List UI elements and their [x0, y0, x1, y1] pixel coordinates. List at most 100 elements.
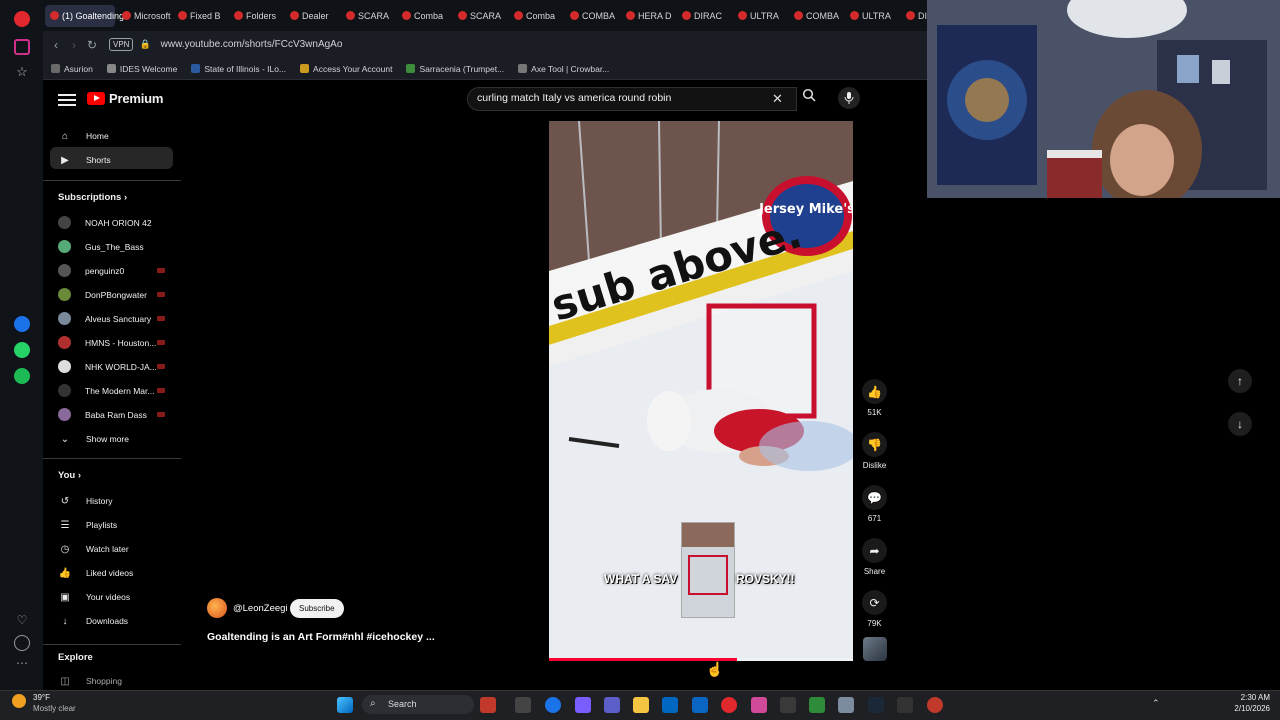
bookmark-item[interactable]: State of Illinois - ILo... — [191, 64, 286, 74]
clock-time[interactable]: 2:30 AM — [1236, 693, 1270, 702]
voice-search-button[interactable] — [838, 87, 860, 109]
opera-gx-icon[interactable] — [751, 697, 767, 713]
url-field[interactable]: www.youtube.com/shorts/FCcV3wnAgAo — [161, 39, 343, 50]
remix-button[interactable]: ⟳ 79K — [862, 590, 887, 628]
spotify-icon[interactable] — [14, 368, 30, 384]
app-icon-3[interactable] — [897, 697, 913, 713]
subscription-item[interactable]: The Modern Mar... — [58, 384, 154, 397]
short-title[interactable]: Goaltending is an Art Form#nhl #icehocke… — [207, 631, 435, 643]
forward-icon[interactable]: › — [65, 38, 83, 52]
clock-date[interactable]: 2/10/2026 — [1228, 704, 1270, 713]
weather-icon[interactable] — [12, 694, 26, 708]
sidebar-item-home[interactable]: ⌂ Home — [58, 129, 109, 143]
menu-icon[interactable] — [58, 91, 76, 107]
weather-temp[interactable]: 39°F — [33, 693, 50, 702]
subscription-item[interactable]: Alveus Sanctuary — [58, 312, 151, 325]
teams-icon[interactable] — [604, 697, 620, 713]
browser-tab[interactable]: ULTRA — [733, 5, 787, 27]
sidebar-item-liked-videos[interactable]: 👍 Liked videos — [58, 566, 134, 580]
browser-tab[interactable]: ULTRA — [845, 5, 899, 27]
opera-taskbar-icon[interactable] — [721, 697, 737, 713]
settings-icon[interactable] — [838, 697, 854, 713]
sidebar-item-show-more[interactable]: ⌄ Show more — [58, 432, 129, 446]
bookmark-item[interactable]: Access Your Account — [300, 64, 392, 74]
task-view-icon[interactable] — [515, 697, 531, 713]
vpn-badge[interactable]: VPN — [109, 38, 134, 51]
edge-icon[interactable] — [545, 697, 561, 713]
back-icon[interactable]: ‹ — [47, 38, 65, 52]
copilot-icon[interactable] — [575, 697, 591, 713]
browser-tab[interactable]: Comba — [509, 5, 563, 27]
file-explorer-icon[interactable] — [633, 697, 649, 713]
subscriptions-heading[interactable]: Subscriptions › — [58, 192, 127, 203]
tray-chevron-icon[interactable]: ⌃ — [1152, 698, 1160, 709]
browser-tab[interactable]: SCARA — [453, 5, 507, 27]
subscription-item[interactable]: Baba Ram Dass — [58, 408, 147, 421]
subscription-item[interactable]: NOAH ORION 42 — [58, 216, 152, 229]
browser-tab[interactable]: COMBA — [789, 5, 843, 27]
comments-button[interactable]: 💬 671 — [862, 485, 887, 523]
previous-short-button[interactable]: ↑ — [1228, 369, 1252, 393]
subscription-item[interactable]: NHK WORLD-JA... — [58, 360, 157, 373]
sidebar-item-history[interactable]: ↺ History — [58, 494, 113, 508]
opera-logo-icon[interactable] — [14, 11, 30, 27]
channel-avatar[interactable] — [207, 598, 227, 618]
channel-name[interactable]: @LeonZeegi — [233, 603, 288, 614]
browser-tab[interactable]: Microsoft — [117, 5, 171, 27]
sidebar-item-shorts[interactable]: ▶ Shorts — [58, 153, 110, 167]
star-icon[interactable]: ☆ — [14, 65, 30, 81]
heart-icon[interactable]: ♡ — [14, 613, 30, 629]
dislike-button[interactable]: 👎 Dislike — [862, 432, 887, 470]
sidebar-item-playlists[interactable]: ☰ Playlists — [58, 518, 118, 532]
browser-tab[interactable]: DIRAC — [901, 5, 927, 27]
home-icon[interactable] — [14, 39, 30, 55]
progress-track[interactable] — [549, 658, 853, 661]
explore-heading[interactable]: Explore — [58, 652, 93, 663]
bookmark-item[interactable]: IDES Welcome — [106, 64, 177, 74]
bookmark-item[interactable]: Asurion — [51, 64, 93, 74]
bookmark-item[interactable]: Axe Tool | Crowbar... — [518, 64, 609, 74]
clear-search-icon[interactable]: ✕ — [772, 91, 783, 107]
sidebar-item-shopping[interactable]: ◫ Shopping — [58, 674, 122, 688]
subscription-item[interactable]: DonPBongwater — [58, 288, 147, 301]
browser-tab[interactable]: (1) Goaltending — [45, 4, 124, 27]
subscribe-button[interactable]: Subscribe — [290, 599, 344, 618]
browser-tab[interactable]: HERA D — [621, 5, 675, 27]
browser-tab[interactable]: SCARA — [341, 5, 395, 27]
share-button[interactable]: ➦ Share — [862, 538, 887, 576]
subscription-item[interactable]: Gus_The_Bass — [58, 240, 144, 253]
whatsapp-icon[interactable] — [14, 342, 30, 358]
browser-tab[interactable]: Fixed B — [173, 5, 227, 27]
more-icon[interactable]: ⋯ — [14, 656, 30, 672]
store-icon[interactable] — [662, 697, 678, 713]
next-short-button[interactable]: ↓ — [1228, 412, 1252, 436]
sound-thumbnail[interactable] — [863, 637, 887, 661]
you-heading[interactable]: You › — [58, 470, 81, 481]
search-input[interactable]: curling match Italy vs america round rob… — [477, 92, 671, 104]
clock-icon[interactable] — [14, 635, 30, 651]
excel-icon[interactable] — [809, 697, 825, 713]
taskbar-search[interactable]: Search — [362, 695, 474, 714]
app-icon-1[interactable] — [480, 697, 496, 713]
sidebar-item-your-videos[interactable]: ▣ Your videos — [58, 590, 130, 604]
app-icon-2[interactable] — [780, 697, 796, 713]
like-button[interactable]: 👍 51K — [862, 379, 887, 417]
browser-tab[interactable]: Comba — [397, 5, 451, 27]
search-button[interactable] — [797, 87, 821, 111]
browser-tab[interactable]: Folders — [229, 5, 283, 27]
sidebar-item-downloads[interactable]: ↓ Downloads — [58, 614, 129, 628]
short-video-player[interactable]: Jersey Mike's sub above. WHAT A SAV ROVS… — [549, 121, 853, 661]
reload-icon[interactable]: ↻ — [83, 38, 101, 52]
outlook-icon[interactable] — [692, 697, 708, 713]
browser-tab[interactable]: DIRAC — [677, 5, 731, 27]
subscription-item[interactable]: penguinz0 — [58, 264, 124, 277]
weather-desc[interactable]: Mostly clear — [33, 704, 76, 713]
messenger-icon[interactable] — [14, 316, 30, 332]
steam-icon[interactable] — [868, 697, 884, 713]
browser-tab[interactable]: Dealer — [285, 5, 339, 27]
youtube-logo[interactable]: Premium — [87, 91, 163, 106]
browser-tab[interactable]: COMBA — [565, 5, 619, 27]
app-icon-4[interactable] — [927, 697, 943, 713]
subscription-item[interactable]: HMNS - Houston... — [58, 336, 156, 349]
sidebar-item-watch-later[interactable]: ◷ Watch later — [58, 542, 129, 556]
